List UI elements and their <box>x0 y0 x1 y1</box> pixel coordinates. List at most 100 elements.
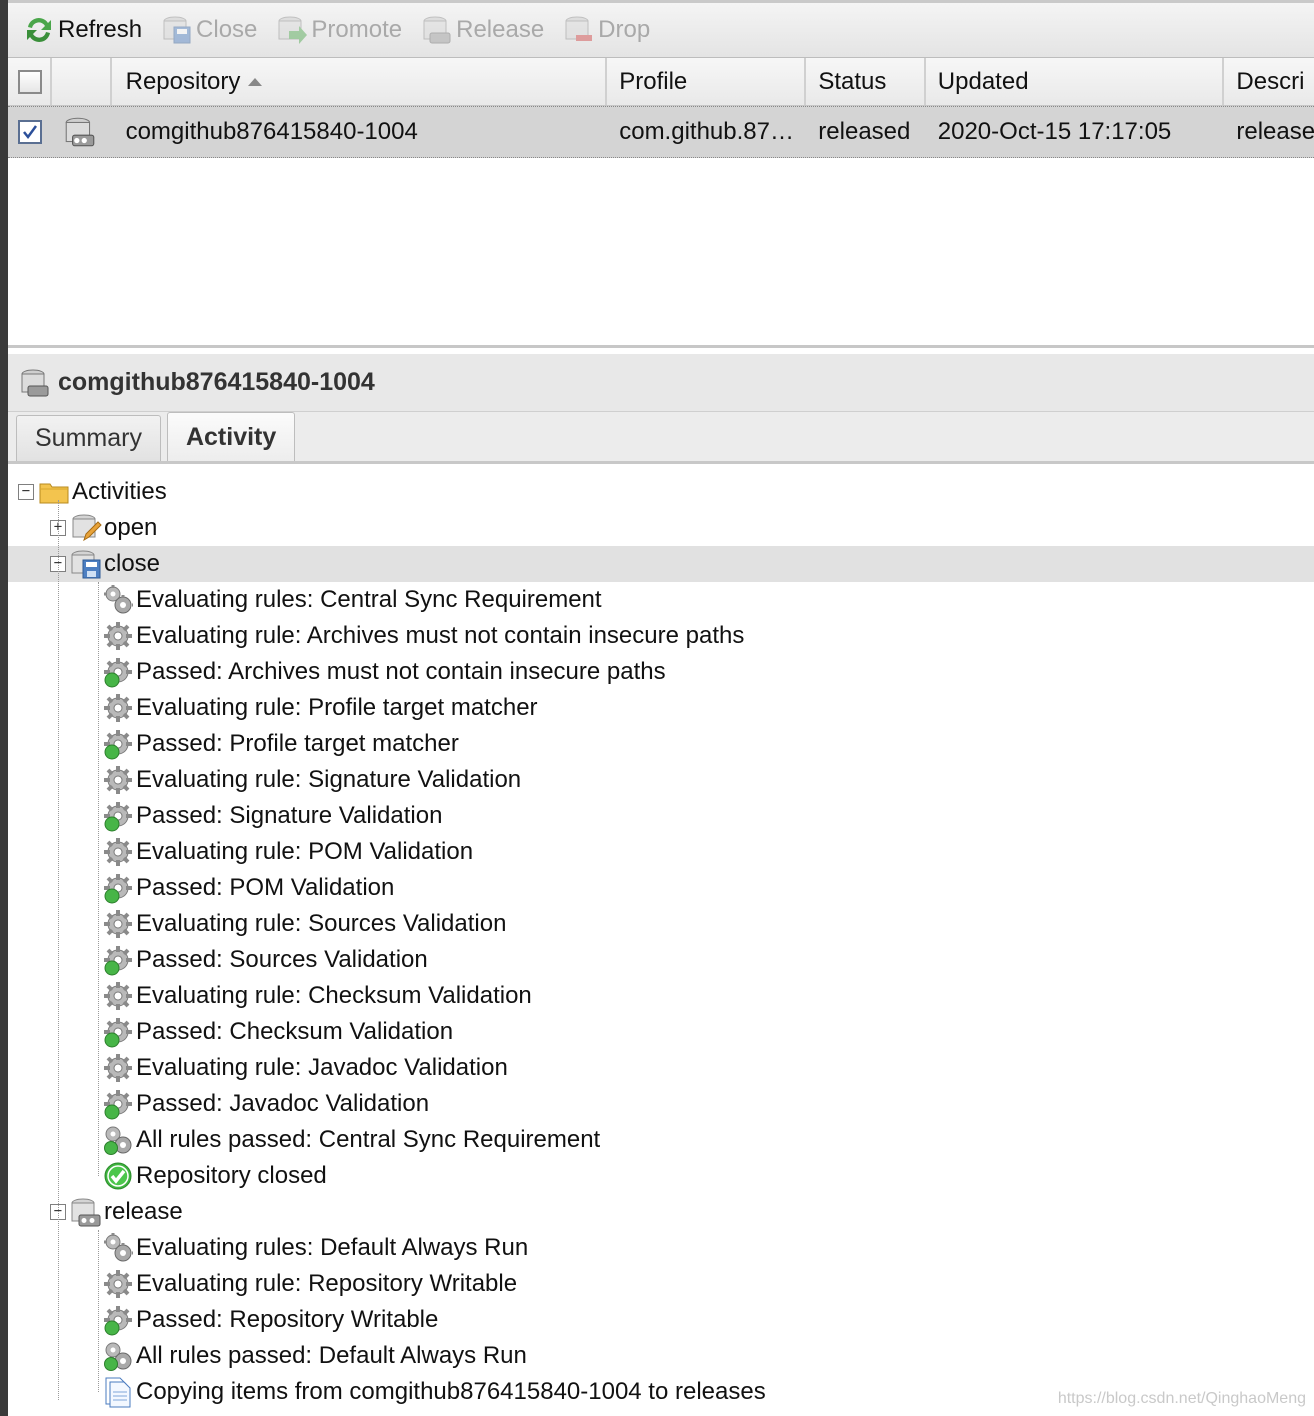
promote-label: Promote <box>311 16 403 43</box>
cell-updated: 2020-Oct-15 17:17:05 <box>937 118 1172 145</box>
tree-node-label: Passed: Checksum Validation <box>136 1018 454 1045</box>
tree-node-label: Activities <box>72 478 167 505</box>
activity-item[interactable]: All rules passed: Default Always Run <box>8 1338 1314 1374</box>
document-copy-icon <box>102 1376 134 1408</box>
table-row[interactable]: comgithub876415840-1004 com.github.87… r… <box>8 106 1314 158</box>
tab-activity[interactable]: Activity <box>166 412 296 461</box>
gear-icon <box>102 836 134 868</box>
activity-item[interactable]: Passed: Javadoc Validation <box>8 1086 1314 1122</box>
gears-passed-icon <box>102 1124 134 1156</box>
checkmark-icon <box>23 125 38 140</box>
tree-node-label: Evaluating rules: Default Always Run <box>136 1234 529 1261</box>
close-repo-icon <box>163 16 191 44</box>
tree-node-activities[interactable]: − Activities <box>8 474 1314 510</box>
activity-item[interactable]: Evaluating rules: Default Always Run <box>8 1230 1314 1266</box>
tree-node-label: Evaluating rule: Checksum Validation <box>136 982 532 1009</box>
tree-node-label: Copying items from comgithub876415840-10… <box>136 1378 766 1405</box>
tree-node-label: Evaluating rule: Javadoc Validation <box>136 1054 508 1081</box>
tree-connector <box>98 582 99 1176</box>
detail-header: comgithub876415840-1004 <box>8 354 1314 412</box>
gears-passed-icon <box>102 1340 134 1372</box>
repository-icon <box>21 369 49 396</box>
activity-item[interactable]: Evaluating rule: POM Validation <box>8 834 1314 870</box>
release-button[interactable]: Release <box>414 10 550 50</box>
header-status[interactable]: Status <box>806 58 926 105</box>
header-icon-column <box>52 58 112 105</box>
tree-connector <box>98 1230 99 1392</box>
gear-passed-icon <box>102 656 134 688</box>
tree-connector <box>58 500 59 1400</box>
activity-item[interactable]: Evaluating rule: Sources Validation <box>8 906 1314 942</box>
tree-node-label: Passed: Signature Validation <box>136 802 443 829</box>
row-checkbox[interactable] <box>18 120 42 144</box>
header-updated[interactable]: Updated <box>926 58 1225 105</box>
activity-item[interactable]: All rules passed: Central Sync Requireme… <box>8 1122 1314 1158</box>
tree-node-release[interactable]: − release <box>8 1194 1314 1230</box>
activity-item[interactable]: Evaluating rule: Javadoc Validation <box>8 1050 1314 1086</box>
gear-passed-icon <box>102 800 134 832</box>
header-description-label: Descri <box>1236 67 1305 95</box>
repository-grid: Repository Profile Status Updated Descri <box>8 58 1314 348</box>
tree-node-label: release <box>104 1198 183 1225</box>
tab-summary[interactable]: Summary <box>16 415 161 461</box>
header-profile-label: Profile <box>619 67 688 95</box>
activity-item[interactable]: Passed: Checksum Validation <box>8 1014 1314 1050</box>
detail-tabs: Summary Activity <box>8 412 1314 464</box>
header-select-all[interactable] <box>8 58 52 105</box>
gear-passed-icon <box>102 1016 134 1048</box>
activity-item[interactable]: Passed: Signature Validation <box>8 798 1314 834</box>
refresh-label: Refresh <box>58 16 143 43</box>
detail-title: comgithub876415840-1004 <box>58 368 375 396</box>
gear-passed-icon <box>102 1304 134 1336</box>
header-status-label: Status <box>818 67 887 95</box>
select-all-checkbox[interactable] <box>18 69 42 94</box>
folder-icon <box>38 476 70 508</box>
tree-node-label: Passed: Javadoc Validation <box>136 1090 430 1117</box>
activity-item[interactable]: Evaluating rules: Central Sync Requireme… <box>8 582 1314 618</box>
activity-item[interactable]: Passed: Sources Validation <box>8 942 1314 978</box>
tree-node-label: Evaluating rule: Repository Writable <box>136 1270 518 1297</box>
tree-node-label: All rules passed: Central Sync Requireme… <box>136 1126 601 1153</box>
watermark: https://blog.csdn.net/QinghaoMeng <box>1057 1390 1306 1407</box>
tree-node-close[interactable]: − close <box>8 546 1314 582</box>
toolbar: Refresh Close Promote Release Drop <box>8 0 1314 58</box>
activity-item[interactable]: Evaluating rule: Profile target matcher <box>8 690 1314 726</box>
gears-icon <box>102 584 134 616</box>
promote-icon <box>278 16 308 44</box>
tree-node-label: Repository closed <box>136 1162 327 1189</box>
refresh-icon <box>27 18 51 42</box>
activity-item[interactable]: Passed: Archives must not contain insecu… <box>8 654 1314 690</box>
tree-node-label: Evaluating rule: POM Validation <box>136 838 474 865</box>
gear-passed-icon <box>102 872 134 904</box>
activity-item[interactable]: Evaluating rule: Signature Validation <box>8 762 1314 798</box>
activity-item[interactable]: Passed: Profile target matcher <box>8 726 1314 762</box>
activity-item[interactable]: Evaluating rule: Checksum Validation <box>8 978 1314 1014</box>
activity-item[interactable]: Evaluating rule: Archives must not conta… <box>8 618 1314 654</box>
activity-item[interactable]: Repository closed <box>8 1158 1314 1194</box>
release-label: Release <box>456 16 545 43</box>
close-button[interactable]: Close <box>154 10 263 50</box>
header-profile[interactable]: Profile <box>607 58 807 105</box>
gear-passed-icon <box>102 944 134 976</box>
collapse-toggle-icon[interactable]: − <box>18 484 34 500</box>
row-select-cell[interactable] <box>8 107 52 157</box>
refresh-button[interactable]: Refresh <box>16 10 148 50</box>
activity-item[interactable]: Passed: Repository Writable <box>8 1302 1314 1338</box>
tree-node-label: Passed: Sources Validation <box>136 946 428 973</box>
gears-icon <box>102 1232 134 1264</box>
activity-item[interactable]: Passed: POM Validation <box>8 870 1314 906</box>
drop-label: Drop <box>598 16 651 43</box>
close-label: Close <box>196 16 258 43</box>
gear-icon <box>102 1052 134 1084</box>
cell-repository: comgithub876415840-1004 <box>125 118 418 145</box>
header-repository[interactable]: Repository <box>112 58 608 105</box>
activity-item[interactable]: Evaluating rule: Repository Writable <box>8 1266 1314 1302</box>
promote-button[interactable]: Promote <box>269 10 408 50</box>
tree-node-label: Passed: Archives must not contain insecu… <box>136 658 666 685</box>
row-icon-cell <box>52 107 112 157</box>
header-description[interactable]: Descri <box>1224 58 1314 105</box>
tree-node-open[interactable]: + open <box>8 510 1314 546</box>
gear-icon <box>102 764 134 796</box>
drop-button[interactable]: Drop <box>556 10 656 50</box>
close-save-icon <box>70 548 102 580</box>
